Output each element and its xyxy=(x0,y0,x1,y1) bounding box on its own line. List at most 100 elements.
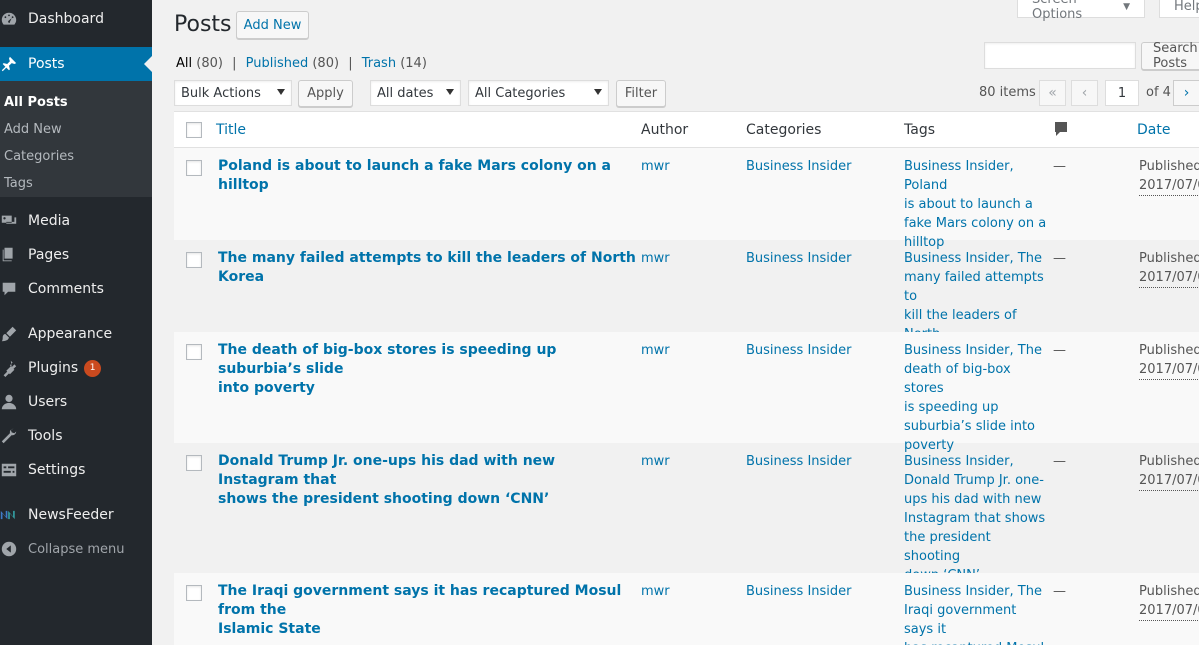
column-date[interactable]: Date xyxy=(1137,122,1170,138)
post-tag-line: has recaptured Mosul xyxy=(904,639,1049,645)
post-status: Published xyxy=(1139,584,1199,599)
post-category-link[interactable]: Business Insider xyxy=(746,249,852,268)
filter-trash-count: (14) xyxy=(400,56,427,71)
menu-plugins-label: Plugins xyxy=(28,360,79,376)
user-icon xyxy=(0,393,28,411)
post-status: Published xyxy=(1139,454,1199,469)
column-title[interactable]: Title xyxy=(216,122,246,138)
post-date: 2017/07/0 xyxy=(1139,268,1199,288)
menu-media[interactable]: Media xyxy=(0,204,152,238)
post-title-line: Poland is about to launch a fake Mars co… xyxy=(218,158,611,193)
first-page-button[interactable]: « xyxy=(1039,80,1066,106)
items-count: 80 items xyxy=(979,85,1036,100)
row-checkbox[interactable] xyxy=(186,160,202,176)
post-title-line: shows the president shooting down ‘CNN’ xyxy=(218,491,550,507)
current-page-input[interactable]: 1 xyxy=(1105,80,1139,106)
post-tags-link[interactable]: Business Insider, The death of big-box st… xyxy=(904,341,1049,455)
add-new-button[interactable]: Add New xyxy=(236,11,309,39)
post-title-link[interactable]: The many failed attempts to kill the lea… xyxy=(218,249,638,287)
wrench-icon xyxy=(0,427,28,445)
post-tag-line: Donald Trump Jr. one- xyxy=(904,473,1044,488)
table-row: Poland is about to launch a fake Mars co… xyxy=(174,148,1199,250)
media-icon xyxy=(0,212,28,230)
collapse-menu-label: Collapse menu xyxy=(28,541,125,557)
post-author-link[interactable]: mwr xyxy=(641,341,670,360)
menu-media-label: Media xyxy=(28,213,71,229)
date-filter-select[interactable]: All dates xyxy=(370,80,461,106)
post-author-link[interactable]: mwr xyxy=(641,157,670,176)
menu-appearance[interactable]: Appearance xyxy=(0,317,152,351)
post-title-link[interactable]: Poland is about to launch a fake Mars co… xyxy=(218,157,638,195)
help-label: Help xyxy=(1174,0,1199,14)
post-category-link[interactable]: Business Insider xyxy=(746,341,852,360)
search-input[interactable] xyxy=(984,42,1136,69)
menu-newsfeeder[interactable]: NewsFeeder xyxy=(0,498,152,532)
dashboard-icon xyxy=(0,10,28,28)
submenu-add-new[interactable]: Add New xyxy=(4,122,62,137)
screen-options-tab[interactable]: Screen Options ▼ xyxy=(1017,0,1145,22)
next-page-button[interactable]: › xyxy=(1173,80,1199,106)
apply-button[interactable]: Apply xyxy=(298,80,353,107)
post-author-link[interactable]: mwr xyxy=(641,249,670,268)
menu-tools[interactable]: Tools xyxy=(0,419,152,453)
post-tags-link[interactable]: Business Insider, The Iraqi government sa… xyxy=(904,582,1049,645)
menu-users[interactable]: Users xyxy=(0,385,152,419)
submenu-all-posts[interactable]: All Posts xyxy=(4,95,68,110)
pin-icon xyxy=(0,55,28,73)
filter-trash[interactable]: Trash xyxy=(362,56,396,71)
menu-dashboard[interactable]: Dashboard xyxy=(0,2,152,36)
post-title-link[interactable]: The death of big-box stores is speeding … xyxy=(218,341,638,398)
post-title-line: The many failed attempts to kill the lea… xyxy=(218,250,636,285)
menu-posts-label: Posts xyxy=(28,56,65,72)
menu-appearance-label: Appearance xyxy=(28,326,113,342)
filter-published[interactable]: Published xyxy=(246,56,309,71)
caret-down-icon: ▼ xyxy=(1123,1,1130,12)
post-date: 2017/07/0 xyxy=(1139,360,1199,380)
post-tags-link[interactable]: Business Insider, Donald Trump Jr. one-up… xyxy=(904,452,1049,585)
submenu-categories[interactable]: Categories xyxy=(4,149,74,164)
post-category-link[interactable]: Business Insider xyxy=(746,157,852,176)
bulk-actions-select[interactable]: Bulk Actions xyxy=(174,80,292,106)
separator: | xyxy=(348,56,353,71)
collapse-icon xyxy=(0,540,28,558)
row-checkbox[interactable] xyxy=(186,252,202,268)
post-title-link[interactable]: Donald Trump Jr. one-ups his dad with ne… xyxy=(218,452,638,509)
post-category-link[interactable]: Business Insider xyxy=(746,452,852,471)
post-author-link[interactable]: mwr xyxy=(641,582,670,601)
menu-settings[interactable]: Settings xyxy=(0,453,152,487)
row-checkbox[interactable] xyxy=(186,344,202,360)
column-categories: Categories xyxy=(746,122,822,138)
menu-comments[interactable]: Comments xyxy=(0,272,152,306)
help-tab[interactable]: Help xyxy=(1159,0,1199,18)
category-filter-value: All Categories xyxy=(475,85,566,101)
filter-all[interactable]: All xyxy=(176,56,192,71)
row-checkbox[interactable] xyxy=(186,585,202,601)
post-title-link[interactable]: The Iraqi government says it has recaptu… xyxy=(218,582,638,639)
admin-sidebar: Dashboard Posts All Posts Add New Catego… xyxy=(0,0,152,645)
collapse-menu-button[interactable]: Collapse menu xyxy=(0,532,152,566)
row-checkbox[interactable] xyxy=(186,455,202,471)
search-posts-button[interactable]: Search Posts xyxy=(1141,41,1199,71)
post-author-link[interactable]: mwr xyxy=(641,452,670,471)
status-filter-links: All (80) | Published (80) | Trash (14) xyxy=(176,56,427,71)
comments-column-icon[interactable] xyxy=(1053,121,1069,141)
main-content: Screen Options ▼ Help Posts Add New All … xyxy=(152,0,1199,645)
menu-plugins[interactable]: Plugins 1 xyxy=(0,351,152,385)
post-category-link[interactable]: Business Insider xyxy=(746,582,852,601)
post-tag-line: Business Insider, xyxy=(904,454,1014,469)
filter-button[interactable]: Filter xyxy=(616,80,666,107)
category-filter-select[interactable]: All Categories xyxy=(468,80,609,106)
table-row: The many failed attempts to kill the lea… xyxy=(174,240,1199,361)
menu-pages[interactable]: Pages xyxy=(0,238,152,272)
post-tag-line: the president shooting xyxy=(904,530,991,564)
filter-all-count: (80) xyxy=(196,56,223,71)
post-tag-line: is about to launch a xyxy=(904,197,1033,212)
menu-posts[interactable]: Posts xyxy=(0,47,152,81)
prev-page-button[interactable]: ‹ xyxy=(1071,80,1098,106)
submenu-tags[interactable]: Tags xyxy=(4,176,33,191)
post-tag-line: is speeding up xyxy=(904,400,999,415)
post-tags-link[interactable]: Business Insider, Poland is about to laun… xyxy=(904,157,1049,252)
select-all-checkbox[interactable] xyxy=(186,122,202,138)
dropdown-arrow-icon xyxy=(277,89,285,95)
column-tags: Tags xyxy=(904,122,935,138)
